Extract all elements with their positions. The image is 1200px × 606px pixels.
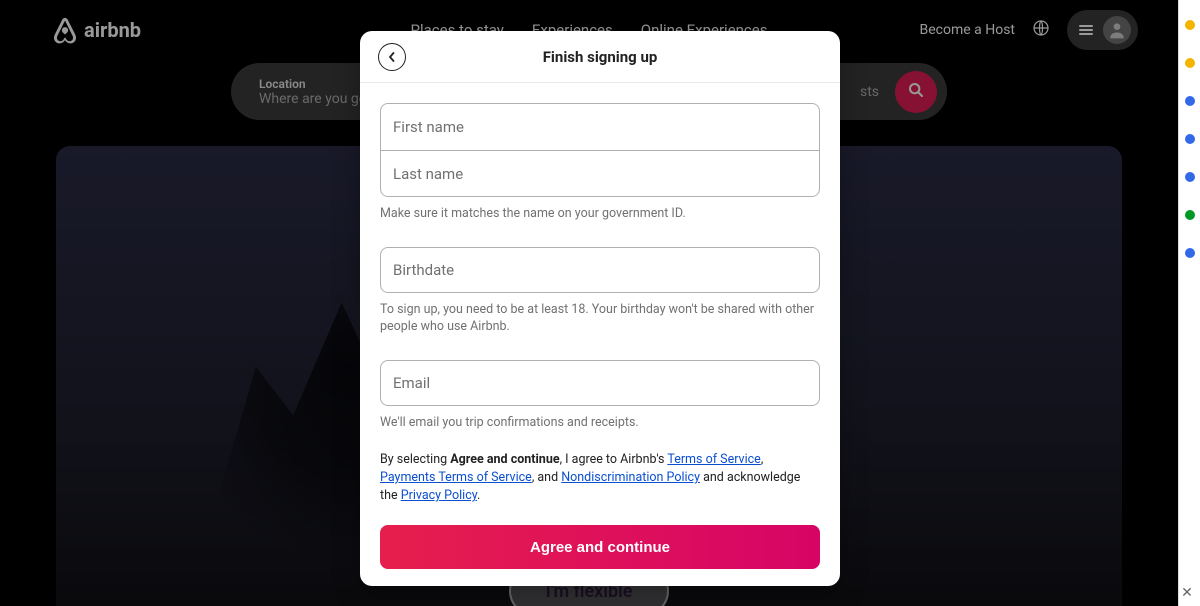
legal-text: By selecting Agree and continue, I agree… [380,451,820,505]
birthdate-field[interactable]: Birthdate [380,247,820,293]
legal-prefix: By selecting [380,452,450,467]
last-name-field[interactable]: Last name [381,150,819,196]
last-name-placeholder: Last name [393,165,463,183]
legal-mid: , I agree to Airbnb's [560,452,668,467]
chevron-left-icon [387,47,397,66]
signup-modal: Finish signing up First name Last name M… [360,31,840,586]
email-placeholder: Email [393,374,430,392]
email-field[interactable]: Email [380,360,820,406]
birthdate-helper-text: To sign up, you need to be at least 18. … [380,301,820,336]
back-button[interactable] [378,43,406,71]
birthdate-placeholder: Birthdate [393,261,454,279]
strip-dot [1185,96,1195,106]
first-name-placeholder: First name [393,118,464,136]
nondiscrimination-policy-link[interactable]: Nondiscrimination Policy [561,470,700,485]
name-helper-text: Make sure it matches the name on your go… [380,205,820,223]
modal-title: Finish signing up [543,48,658,66]
strip-dot [1185,20,1195,30]
agree-continue-button[interactable]: Agree and continue [380,525,820,569]
strip-dot [1185,172,1195,182]
legal-comma: , [761,452,763,467]
strip-dot [1185,248,1195,258]
strip-dot [1185,210,1195,220]
terms-of-service-link[interactable]: Terms of Service [667,452,760,467]
first-name-field[interactable]: First name [381,104,819,150]
legal-dot: . [477,488,480,503]
legal-bold: Agree and continue [450,452,559,467]
legal-and: , and [532,470,561,485]
strip-dot [1185,58,1195,68]
privacy-policy-link[interactable]: Privacy Policy [401,488,477,503]
payments-terms-link[interactable]: Payments Terms of Service [380,470,532,485]
right-side-strip [1178,0,1200,606]
email-helper-text: We'll email you trip confirmations and r… [380,414,820,432]
modal-header: Finish signing up [360,31,840,83]
strip-dot [1185,134,1195,144]
modal-body: First name Last name Make sure it matche… [360,83,840,586]
name-field-group: First name Last name [380,103,820,197]
close-icon[interactable]: ✕ [1180,586,1194,600]
